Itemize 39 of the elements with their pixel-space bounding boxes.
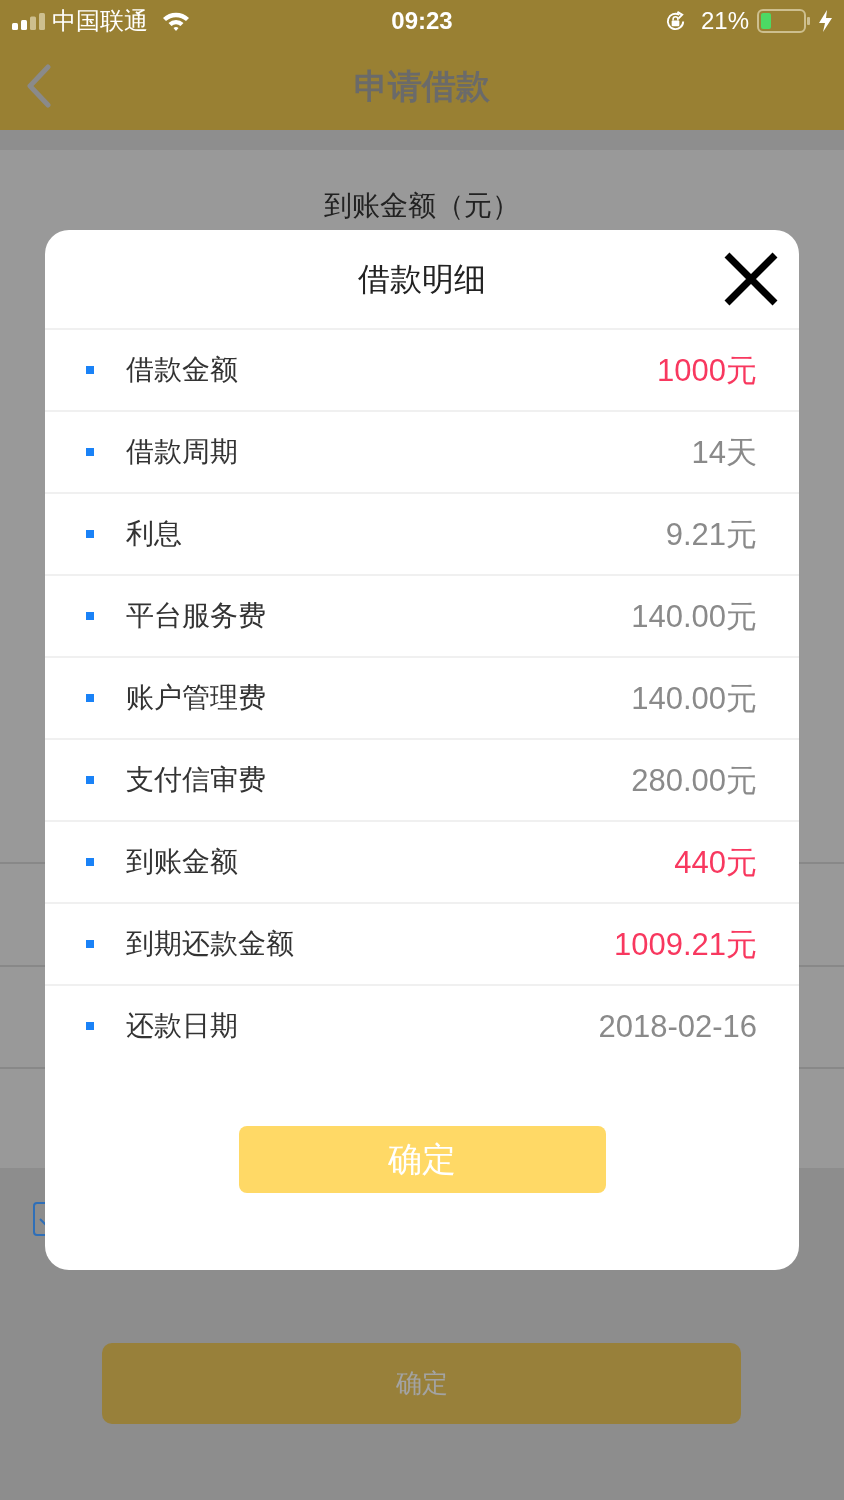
detail-value: 14天: [691, 436, 757, 468]
status-time: 09:23: [391, 9, 453, 33]
detail-value: 140.00元: [631, 600, 757, 632]
wifi-icon: [162, 11, 190, 31]
detail-label: 利息: [126, 520, 182, 548]
detail-label: 还款日期: [126, 1012, 238, 1040]
detail-value: 1000元: [657, 354, 757, 386]
square-bullet-icon: [86, 530, 94, 538]
detail-label: 账户管理费: [126, 684, 266, 712]
close-icon[interactable]: [723, 251, 779, 307]
detail-label: 借款金额: [126, 356, 238, 384]
amount-label: 到账金额（元）: [324, 189, 520, 223]
submit-button[interactable]: 确定: [102, 1343, 741, 1424]
square-bullet-icon: [86, 940, 94, 948]
confirm-button[interactable]: 确定: [238, 1126, 606, 1193]
detail-label: 借款周期: [126, 438, 238, 466]
charging-bolt-icon: [819, 10, 832, 32]
square-bullet-icon: [86, 858, 94, 866]
square-bullet-icon: [86, 694, 94, 702]
detail-value: 440元: [674, 846, 757, 878]
detail-value: 1009.21元: [613, 928, 757, 960]
square-bullet-icon: [86, 366, 94, 374]
detail-value: 280.00元: [631, 764, 757, 796]
battery-percent: 21%: [700, 9, 749, 33]
signal-icon: [12, 12, 46, 30]
detail-value: 140.00元: [631, 682, 757, 714]
square-bullet-icon: [86, 612, 94, 620]
dialog-title: 借款明细: [358, 263, 486, 295]
carrier-name: 中国联通: [52, 9, 148, 33]
battery-icon: [757, 9, 811, 33]
detail-label: 到期还款金额: [126, 930, 294, 958]
detail-value: 2018-02-16: [598, 1010, 757, 1042]
square-bullet-icon: [86, 1022, 94, 1030]
square-bullet-icon: [86, 448, 94, 456]
detail-label: 到账金额: [126, 848, 238, 876]
square-bullet-icon: [86, 776, 94, 784]
detail-value: 9.21元: [665, 518, 757, 550]
detail-label: 平台服务费: [126, 602, 266, 630]
detail-label: 支付信审费: [126, 766, 266, 794]
